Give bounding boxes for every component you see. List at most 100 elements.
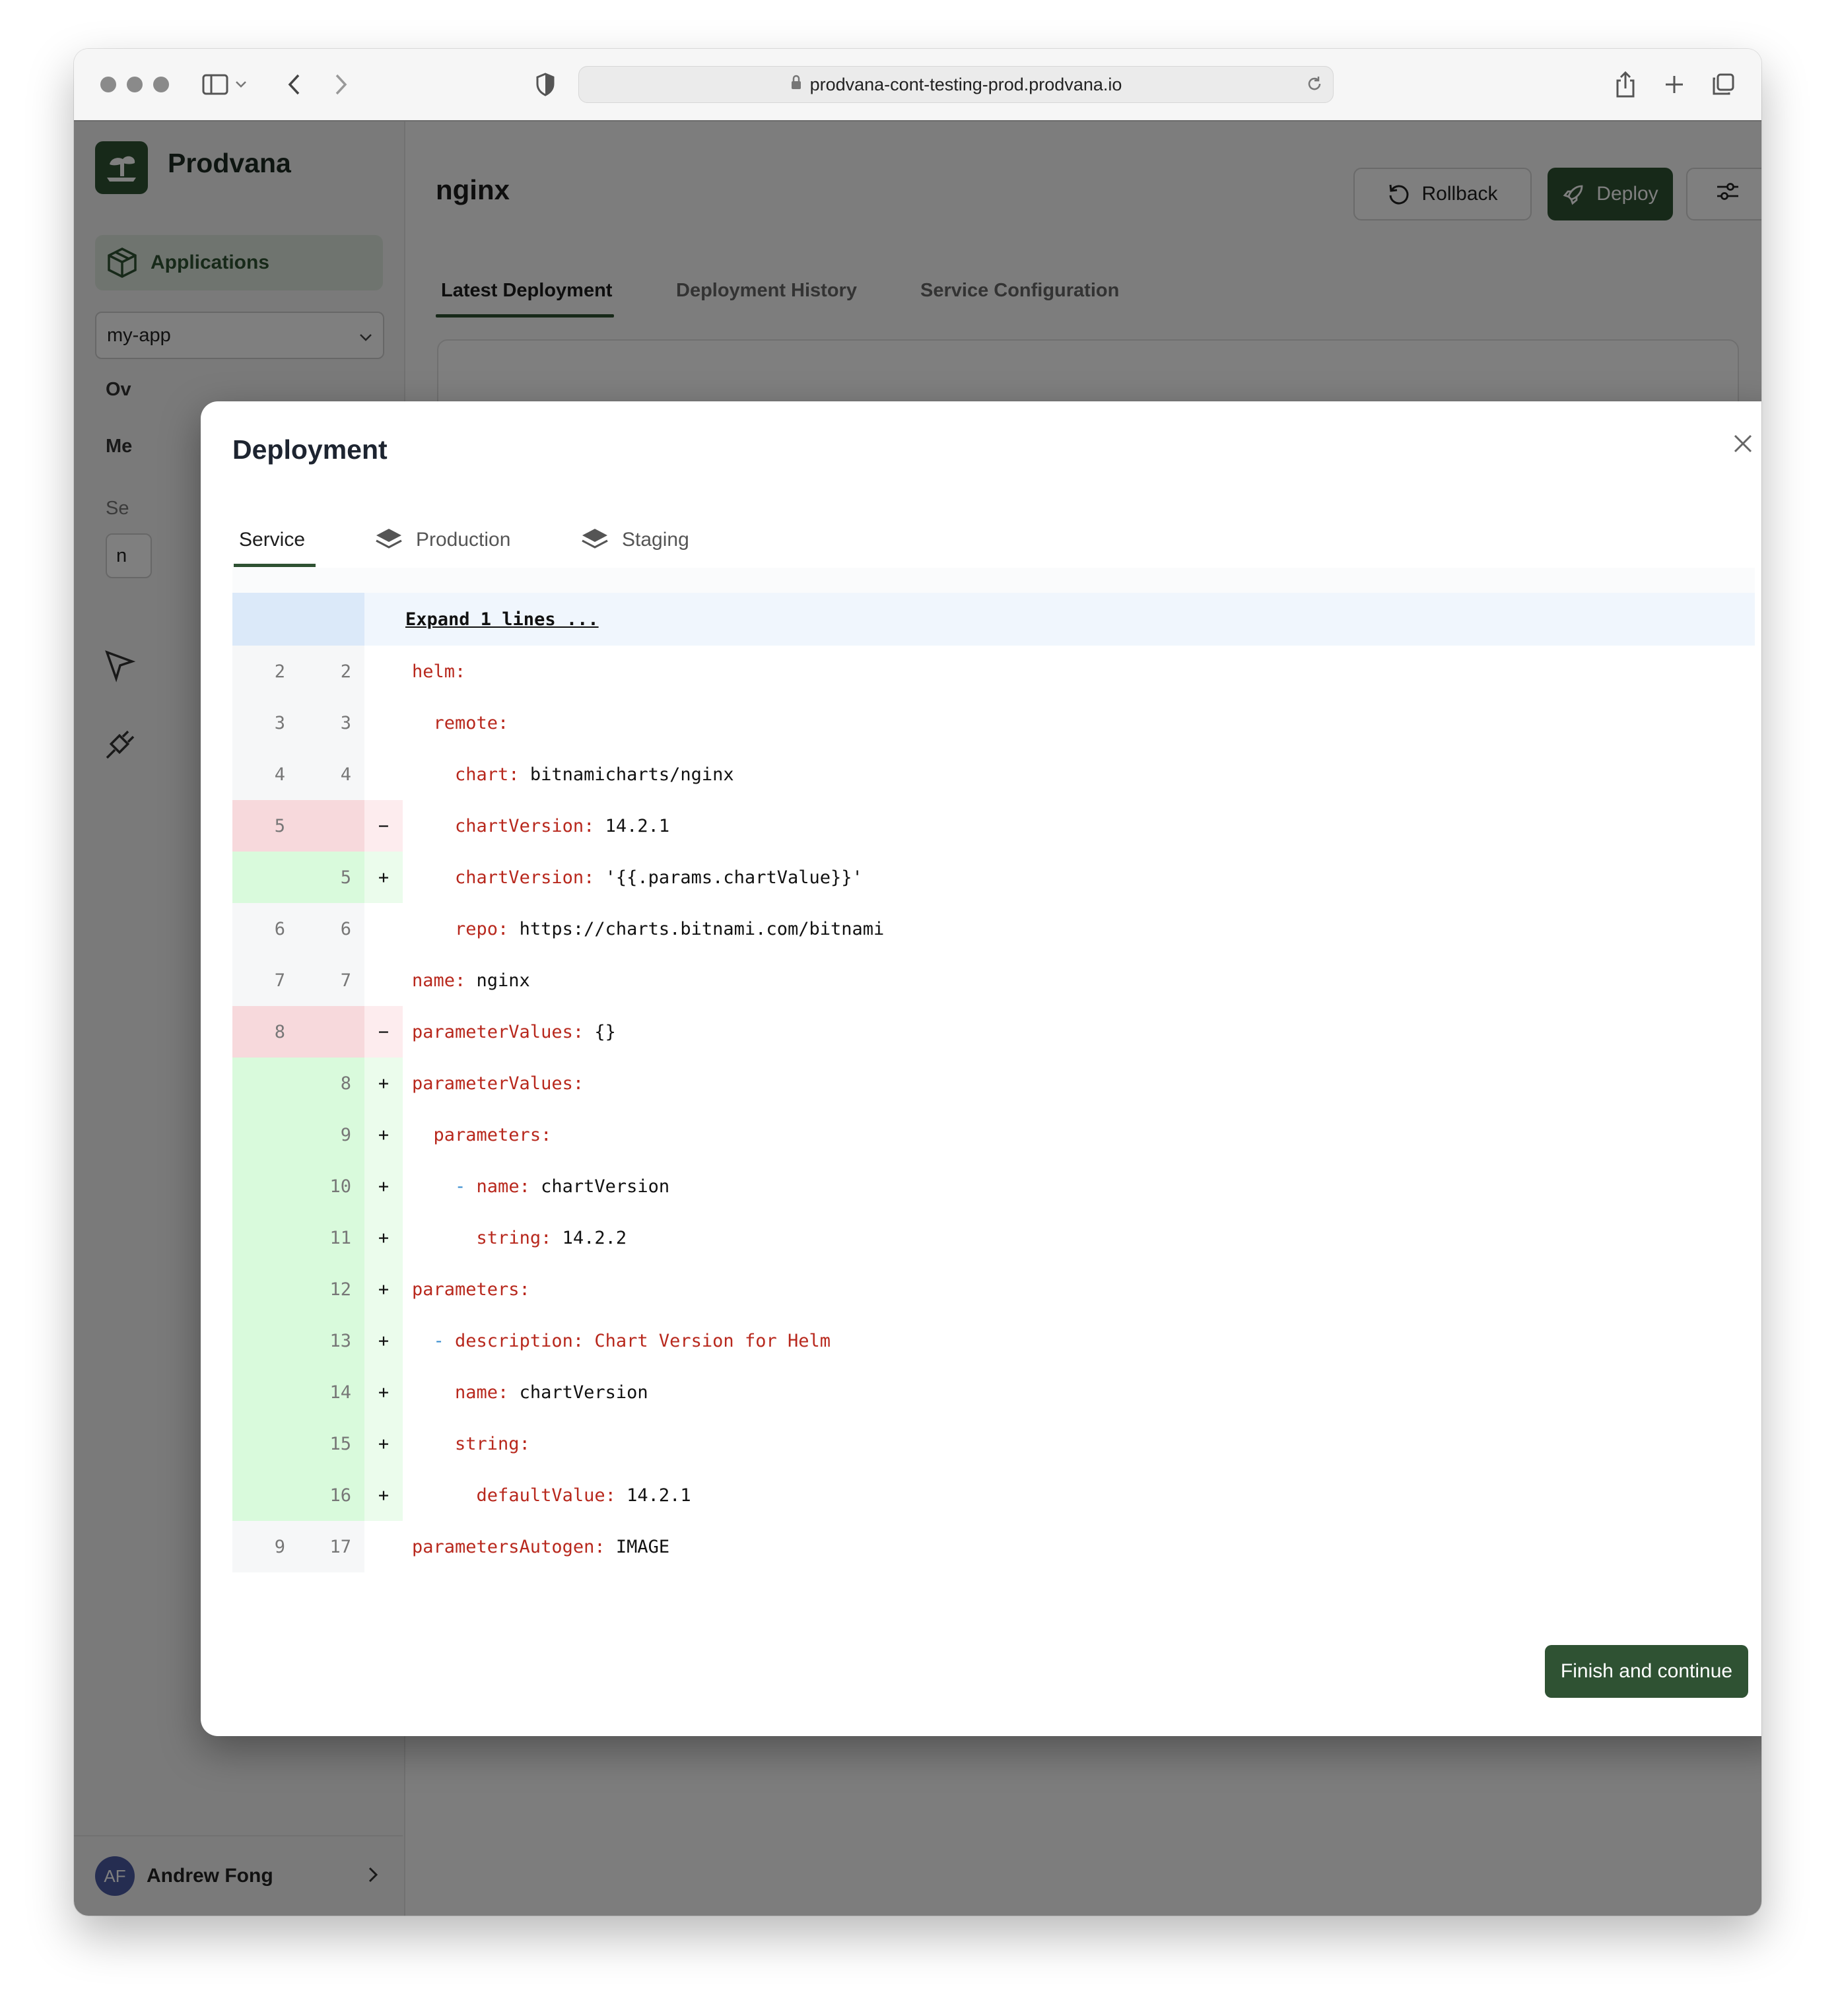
finish-and-continue-button[interactable]: Finish and continue [1545,1645,1748,1698]
active-tab-indicator [234,564,316,567]
old-line-number: 7 [232,955,298,1006]
new-line-number: 4 [298,749,364,800]
yaml-key: parameterValues: [412,1021,584,1042]
old-line-number: 8 [232,1006,298,1058]
diff-row-add: 13 + - description: Chart Version for Hel… [232,1315,1755,1366]
yaml-key: name: [476,1176,530,1197]
old-line-number [232,1212,298,1263]
reload-icon[interactable] [1305,75,1324,98]
yaml-key: repo: [455,918,509,939]
diff-row-add: 15 + string: [232,1418,1755,1469]
diff-header-spacer [232,568,1755,593]
yaml-key: helm: [412,661,466,682]
tab-staging[interactable]: Staging [581,524,689,556]
yaml-key: remote: [433,712,509,733]
diff-marker: + [364,1315,403,1366]
yaml-key: chartVersion: [455,867,595,888]
deployment-modal: Deployment Service Production Staging Ex… [201,401,1761,1736]
code-line: chart: bitnamicharts/nginx [403,749,1755,800]
diff-rows: 2 2 helm: 3 3 remote: 4 4 chart: bitnamicharts… [232,646,1755,1572]
code-line: remote: [403,697,1755,749]
code-line: string: [403,1418,1755,1469]
diff-row-add: 10 + - name: chartVersion [232,1160,1755,1212]
tab-overview-icon[interactable] [1707,69,1739,100]
new-line-number: 11 [298,1212,364,1263]
old-line-number [232,1263,298,1315]
code-line: string: 14.2.2 [403,1212,1755,1263]
diff-marker [364,697,403,749]
diff-marker: + [364,1212,403,1263]
yaml-key: string: [476,1227,552,1248]
yaml-value: Chart Version for Helm [584,1330,831,1351]
close-window-dot[interactable] [100,77,116,92]
yaml-value: IMAGE [605,1536,670,1557]
diff-row-add: 11 + string: 14.2.2 [232,1212,1755,1263]
old-line-number [232,1469,298,1521]
yaml-value: '{{.params.chartValue}}' [594,867,863,888]
yaml-value: https://charts.bitnami.com/bitnami [508,918,885,939]
yaml-value: 14.2.1 [594,815,670,836]
lock-icon [790,75,802,95]
diff-viewer: Expand 1 lines ... 2 2 helm: 3 3 remote: 4 4 c… [232,568,1755,1572]
old-line-number: 9 [232,1521,298,1572]
tab-label: Service [239,529,306,551]
diff-row-add: 5 + chartVersion: '{{.params.chartValue}}… [232,852,1755,903]
diff-row-context: 66 repo: https://charts.bitnami.com/bitn… [232,903,1755,955]
back-icon[interactable] [279,69,310,100]
yaml-key: description: [455,1330,584,1351]
diff-marker: + [364,1263,403,1315]
new-line-number: 15 [298,1418,364,1469]
new-tab-icon[interactable] [1658,69,1690,100]
diff-marker [364,646,403,697]
sidebar-toggle-icon[interactable] [199,69,231,100]
new-line-number: 14 [298,1366,364,1418]
expand-lines-link[interactable]: Expand 1 lines ... [364,593,1755,646]
diff-row-context: 2 2 helm: [232,646,1755,697]
code-line: parameters: [403,1109,1755,1160]
yaml-value: chartVersion [508,1382,648,1403]
new-line-number: 2 [298,646,364,697]
code-line: parameters: [403,1263,1755,1315]
privacy-shield-icon[interactable] [529,69,561,100]
diff-row-add: 9 + parameters: [232,1109,1755,1160]
yaml-key: chartVersion: [455,815,595,836]
diff-row-context: 7 7 name: nginx [232,955,1755,1006]
modal-title: Deployment [232,434,388,465]
old-line-number: 5 [232,800,298,852]
tab-service[interactable]: Service [239,524,305,556]
diff-marker: + [364,1366,403,1418]
diff-marker: + [364,1058,403,1109]
expand-lines-row[interactable]: Expand 1 lines ... [232,593,1755,646]
old-line-number [232,1109,298,1160]
new-line-number: 8 [298,1058,364,1109]
old-line-number [232,1160,298,1212]
share-icon[interactable] [1610,69,1641,100]
zoom-window-dot[interactable] [153,77,169,92]
forward-icon[interactable] [325,69,357,100]
old-line-number: 4 [232,749,298,800]
chevron-down-icon[interactable] [231,69,251,100]
yaml-value: bitnamicharts/nginx [519,764,734,785]
yaml-key: string: [455,1433,530,1454]
yaml-key: parameters: [412,1279,530,1300]
diff-row-add: 16 + defaultValue: 14.2.1 [232,1469,1755,1521]
old-line-number: 6 [232,903,298,955]
close-icon[interactable] [1723,424,1761,463]
old-line-number: 2 [232,646,298,697]
diff-row-add: 8 + parameterValues: [232,1058,1755,1109]
diff-row-context: 44 chart: bitnamicharts/nginx [232,749,1755,800]
minimize-window-dot[interactable] [127,77,143,92]
layers-icon [581,527,609,553]
code-line: repo: https://charts.bitnami.com/bitnami [403,903,1755,955]
address-bar[interactable]: prodvana-cont-testing-prod.prodvana.io [578,66,1334,103]
browser-toolbar: prodvana-cont-testing-prod.prodvana.io [74,49,1761,121]
tab-production[interactable]: Production [375,524,510,556]
url-text: prodvana-cont-testing-prod.prodvana.io [809,74,1122,94]
